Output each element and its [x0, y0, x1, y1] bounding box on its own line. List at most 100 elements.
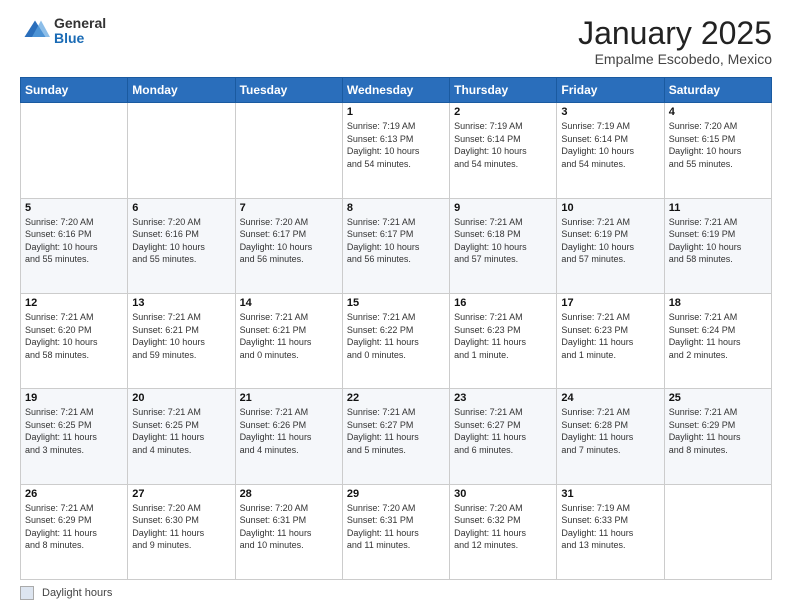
- day-number: 18: [669, 297, 767, 309]
- legend-box: [20, 586, 34, 600]
- day-detail: Sunrise: 7:21 AM Sunset: 6:23 PM Dayligh…: [454, 311, 552, 361]
- day-number: 29: [347, 488, 445, 500]
- day-number: 13: [132, 297, 230, 309]
- calendar-header-row: SundayMondayTuesdayWednesdayThursdayFrid…: [21, 78, 772, 103]
- calendar-cell: 9 Sunrise: 7:21 AM Sunset: 6:18 PM Daylig…: [450, 198, 557, 293]
- calendar-cell: 14Sunrise: 7:21 AM Sunset: 6:21 PM Dayli…: [235, 293, 342, 388]
- day-detail: Sunrise: 7:21 AM Sunset: 6:25 PM Dayligh…: [25, 406, 123, 456]
- calendar-week-row: 12 Sunrise: 7:21 AM Sunset: 6:20 PM Dayli…: [21, 293, 772, 388]
- logo-general: General: [54, 16, 106, 31]
- calendar-cell: 6Sunrise: 7:20 AM Sunset: 6:16 PM Daylig…: [128, 198, 235, 293]
- day-detail: Sunrise: 7:20 AM Sunset: 6:15 PM Dayligh…: [669, 120, 767, 170]
- day-number: 9: [454, 202, 552, 214]
- day-detail: Sunrise: 7:19 AM Sunset: 6:14 PM Dayligh…: [454, 120, 552, 170]
- calendar-day-header: Thursday: [450, 78, 557, 103]
- day-detail: Sunrise: 7:21 AM Sunset: 6:29 PM Dayligh…: [25, 502, 123, 552]
- calendar-day-header: Tuesday: [235, 78, 342, 103]
- calendar-cell: 22 Sunrise: 7:21 AM Sunset: 6:27 PM Dayli…: [342, 389, 449, 484]
- calendar-cell: 30Sunrise: 7:20 AM Sunset: 6:32 PM Dayli…: [450, 484, 557, 579]
- day-number: 31: [561, 488, 659, 500]
- calendar-cell: 29Sunrise: 7:20 AM Sunset: 6:31 PM Dayli…: [342, 484, 449, 579]
- calendar-cell: 21 Sunrise: 7:21 AM Sunset: 6:26 PM Dayli…: [235, 389, 342, 484]
- day-detail: Sunrise: 7:21 AM Sunset: 6:25 PM Dayligh…: [132, 406, 230, 456]
- calendar-week-row: 26 Sunrise: 7:21 AM Sunset: 6:29 PM Dayli…: [21, 484, 772, 579]
- calendar-cell: 31 Sunrise: 7:19 AM Sunset: 6:33 PM Dayli…: [557, 484, 664, 579]
- day-number: 11: [669, 202, 767, 214]
- day-detail: Sunrise: 7:21 AM Sunset: 6:17 PM Dayligh…: [347, 216, 445, 266]
- day-number: 7: [240, 202, 338, 214]
- day-detail: Sunrise: 7:21 AM Sunset: 6:27 PM Dayligh…: [347, 406, 445, 456]
- day-detail: Sunrise: 7:21 AM Sunset: 6:19 PM Dayligh…: [669, 216, 767, 266]
- day-number: 22: [347, 392, 445, 404]
- day-number: 20: [132, 392, 230, 404]
- day-detail: Sunrise: 7:21 AM Sunset: 6:21 PM Dayligh…: [132, 311, 230, 361]
- logo-icon: [20, 16, 50, 46]
- calendar-table: SundayMondayTuesdayWednesdayThursdayFrid…: [20, 77, 772, 580]
- calendar-cell: [21, 103, 128, 198]
- day-detail: Sunrise: 7:21 AM Sunset: 6:24 PM Dayligh…: [669, 311, 767, 361]
- calendar-cell: 1 Sunrise: 7:19 AM Sunset: 6:13 PM Daylig…: [342, 103, 449, 198]
- calendar-cell: 17 Sunrise: 7:21 AM Sunset: 6:23 PM Dayli…: [557, 293, 664, 388]
- day-detail: Sunrise: 7:21 AM Sunset: 6:26 PM Dayligh…: [240, 406, 338, 456]
- day-number: 15: [347, 297, 445, 309]
- day-number: 26: [25, 488, 123, 500]
- day-detail: Sunrise: 7:21 AM Sunset: 6:18 PM Dayligh…: [454, 216, 552, 266]
- day-detail: Sunrise: 7:20 AM Sunset: 6:31 PM Dayligh…: [240, 502, 338, 552]
- day-number: 23: [454, 392, 552, 404]
- day-number: 4: [669, 106, 767, 118]
- calendar-cell: 8 Sunrise: 7:21 AM Sunset: 6:17 PM Daylig…: [342, 198, 449, 293]
- day-number: 21: [240, 392, 338, 404]
- calendar-cell: 4 Sunrise: 7:20 AM Sunset: 6:15 PM Daylig…: [664, 103, 771, 198]
- calendar-day-header: Saturday: [664, 78, 771, 103]
- legend-label: Daylight hours: [42, 587, 112, 599]
- day-number: 24: [561, 392, 659, 404]
- logo-text: General Blue: [54, 16, 106, 47]
- calendar-cell: 7Sunrise: 7:20 AM Sunset: 6:17 PM Daylig…: [235, 198, 342, 293]
- calendar-week-row: 19Sunrise: 7:21 AM Sunset: 6:25 PM Dayli…: [21, 389, 772, 484]
- day-number: 14: [240, 297, 338, 309]
- location: Empalme Escobedo, Mexico: [578, 51, 772, 67]
- calendar-cell: 15 Sunrise: 7:21 AM Sunset: 6:22 PM Dayli…: [342, 293, 449, 388]
- day-number: 12: [25, 297, 123, 309]
- calendar-day-header: Monday: [128, 78, 235, 103]
- day-number: 2: [454, 106, 552, 118]
- day-detail: Sunrise: 7:21 AM Sunset: 6:23 PM Dayligh…: [561, 311, 659, 361]
- calendar-cell: 11 Sunrise: 7:21 AM Sunset: 6:19 PM Dayli…: [664, 198, 771, 293]
- day-number: 17: [561, 297, 659, 309]
- header: General Blue January 2025 Empalme Escobe…: [20, 16, 772, 67]
- day-detail: Sunrise: 7:20 AM Sunset: 6:16 PM Dayligh…: [25, 216, 123, 266]
- day-detail: Sunrise: 7:21 AM Sunset: 6:27 PM Dayligh…: [454, 406, 552, 456]
- day-number: 1: [347, 106, 445, 118]
- logo: General Blue: [20, 16, 106, 47]
- title-block: January 2025 Empalme Escobedo, Mexico: [578, 16, 772, 67]
- day-number: 10: [561, 202, 659, 214]
- calendar-cell: [235, 103, 342, 198]
- day-number: 3: [561, 106, 659, 118]
- calendar-day-header: Friday: [557, 78, 664, 103]
- day-detail: Sunrise: 7:21 AM Sunset: 6:22 PM Dayligh…: [347, 311, 445, 361]
- day-detail: Sunrise: 7:21 AM Sunset: 6:19 PM Dayligh…: [561, 216, 659, 266]
- footer: Daylight hours: [20, 586, 772, 600]
- day-detail: Sunrise: 7:19 AM Sunset: 6:33 PM Dayligh…: [561, 502, 659, 552]
- day-detail: Sunrise: 7:20 AM Sunset: 6:16 PM Dayligh…: [132, 216, 230, 266]
- day-detail: Sunrise: 7:20 AM Sunset: 6:30 PM Dayligh…: [132, 502, 230, 552]
- calendar-cell: 13 Sunrise: 7:21 AM Sunset: 6:21 PM Dayli…: [128, 293, 235, 388]
- calendar-cell: 12 Sunrise: 7:21 AM Sunset: 6:20 PM Dayli…: [21, 293, 128, 388]
- calendar-day-header: Wednesday: [342, 78, 449, 103]
- day-detail: Sunrise: 7:21 AM Sunset: 6:29 PM Dayligh…: [669, 406, 767, 456]
- calendar-cell: [664, 484, 771, 579]
- day-number: 16: [454, 297, 552, 309]
- calendar-cell: 3Sunrise: 7:19 AM Sunset: 6:14 PM Daylig…: [557, 103, 664, 198]
- day-detail: Sunrise: 7:19 AM Sunset: 6:13 PM Dayligh…: [347, 120, 445, 170]
- calendar-cell: 20 Sunrise: 7:21 AM Sunset: 6:25 PM Dayli…: [128, 389, 235, 484]
- calendar-week-row: 5Sunrise: 7:20 AM Sunset: 6:16 PM Daylig…: [21, 198, 772, 293]
- day-number: 8: [347, 202, 445, 214]
- day-number: 28: [240, 488, 338, 500]
- month-title: January 2025: [578, 16, 772, 51]
- calendar-cell: 10 Sunrise: 7:21 AM Sunset: 6:19 PM Dayli…: [557, 198, 664, 293]
- day-detail: Sunrise: 7:20 AM Sunset: 6:32 PM Dayligh…: [454, 502, 552, 552]
- calendar-cell: 18 Sunrise: 7:21 AM Sunset: 6:24 PM Dayli…: [664, 293, 771, 388]
- calendar-cell: 26 Sunrise: 7:21 AM Sunset: 6:29 PM Dayli…: [21, 484, 128, 579]
- calendar-cell: 23 Sunrise: 7:21 AM Sunset: 6:27 PM Dayli…: [450, 389, 557, 484]
- day-detail: Sunrise: 7:21 AM Sunset: 6:20 PM Dayligh…: [25, 311, 123, 361]
